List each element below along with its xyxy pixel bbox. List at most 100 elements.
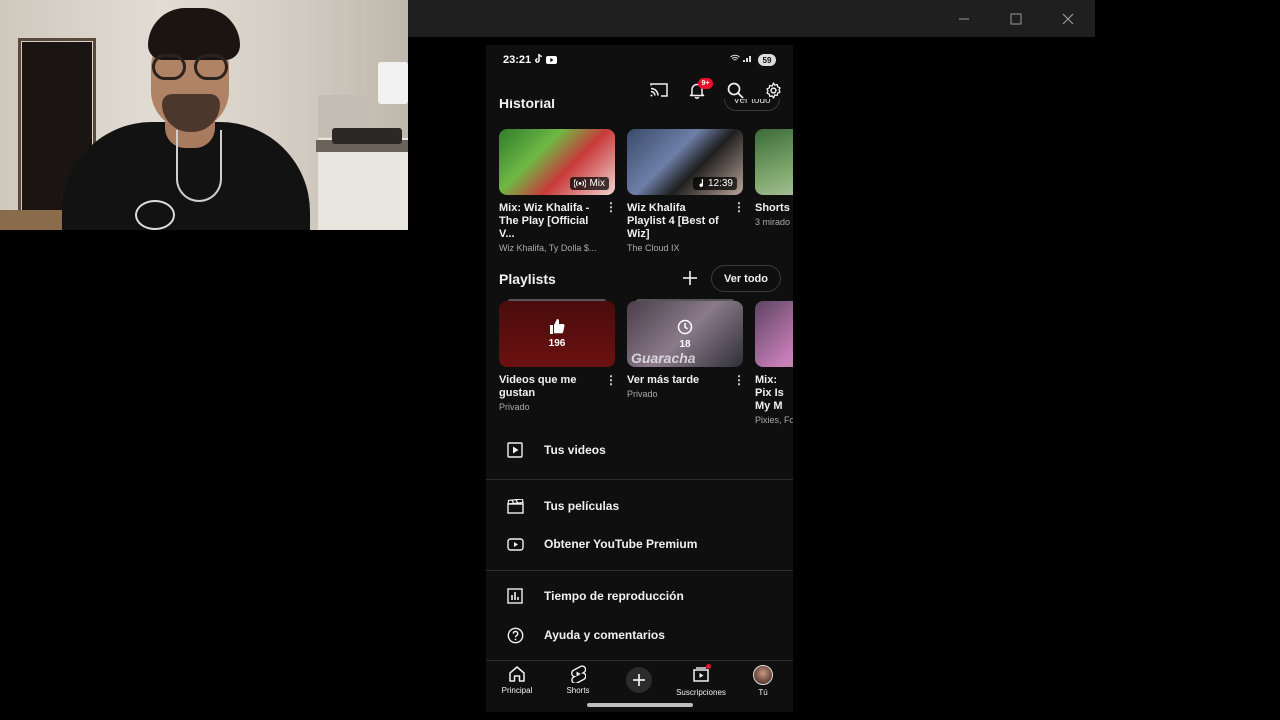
- close-button[interactable]: [1042, 0, 1094, 37]
- cast-button[interactable]: [646, 77, 672, 103]
- nav-shorts[interactable]: Shorts: [550, 665, 606, 695]
- help-icon: [507, 627, 523, 643]
- status-bar: 23:21 59: [486, 45, 793, 75]
- presenter-glasses: [152, 54, 228, 80]
- gear-icon: [765, 81, 781, 99]
- shorts-title: Shorts: [755, 202, 790, 214]
- playlist-thumbnail[interactable]: 18 Guaracha: [627, 301, 743, 367]
- minimize-button[interactable]: [938, 0, 990, 37]
- search-icon: [727, 82, 744, 99]
- menu-item-your-movies[interactable]: Tus películas: [486, 488, 793, 524]
- close-icon: [1062, 13, 1074, 24]
- bar-chart-icon: [507, 588, 523, 604]
- video-title: Wiz Khalifa Playlist 4 [Best of Wiz]: [627, 202, 719, 240]
- history-item[interactable]: Mix ⋮ Mix: Wiz Khalifa - The Play [Offic…: [499, 129, 617, 253]
- phone-screen: 23:21 59 9+ Historial Ver todo Mix ⋮ Mix…: [486, 45, 793, 712]
- presenter-hair: [148, 8, 240, 60]
- menu-item-label: Obtener YouTube Premium: [544, 537, 698, 551]
- music-note-icon: [699, 179, 703, 187]
- video-channel: Wiz Khalifa, Ty Dolla $...: [499, 243, 597, 253]
- playlist-count: 196: [548, 338, 566, 349]
- status-signal-icons: [730, 54, 753, 64]
- cast-icon: [650, 83, 668, 97]
- history-see-all-button[interactable]: Ver todo: [724, 99, 780, 111]
- play-box-icon: [507, 442, 523, 458]
- mix-icon: [574, 179, 587, 188]
- playlist-thumbnail[interactable]: [755, 301, 793, 367]
- menu-icon-wrap: [486, 442, 544, 458]
- playlist-item[interactable]: 196 ⋮ Videos que me gustan Privado: [499, 299, 617, 412]
- more-options-icon[interactable]: ⋮: [605, 373, 617, 387]
- menu-icon-wrap: [486, 588, 544, 604]
- webcam-stove: [332, 128, 402, 144]
- playlist-item[interactable]: 18 Guaracha ⋮ Ver más tarde Privado: [627, 299, 745, 399]
- notification-count-badge: 9+: [698, 78, 713, 89]
- mix-badge-label: Mix: [589, 178, 605, 189]
- youtube-status-icon: [545, 56, 557, 64]
- nav-you-label: Tú: [758, 688, 768, 697]
- webcam-boiler: [378, 62, 408, 104]
- screen: 23:21 59 9+ Historial Ver todo Mix ⋮ Mix…: [0, 0, 1280, 720]
- new-playlist-button[interactable]: [680, 267, 700, 289]
- menu-item-watch-time[interactable]: Tiempo de reproducción: [486, 578, 793, 614]
- shorts-subtitle: 3 mirado: [755, 217, 791, 227]
- create-button[interactable]: [626, 667, 652, 693]
- nav-shorts-label: Shorts: [566, 686, 590, 695]
- playlist-thumbnail[interactable]: 196: [499, 301, 615, 367]
- nav-home[interactable]: Principal: [489, 665, 545, 695]
- menu-item-help[interactable]: Ayuda y comentarios: [486, 617, 793, 653]
- playlist-title: Mix: Pix Is My M: [755, 374, 784, 412]
- playlists-see-all-button[interactable]: Ver todo: [711, 265, 781, 292]
- more-options-icon[interactable]: ⋮: [733, 200, 745, 214]
- menu-item-your-videos[interactable]: Tus videos: [486, 432, 793, 468]
- history-item[interactable]: 12:39 ⋮ Wiz Khalifa Playlist 4 [Best of …: [627, 129, 745, 253]
- clapperboard-icon: [506, 498, 524, 514]
- playlist-item-partial[interactable]: Mix: Pix Is My M Pixies, Fo: [755, 301, 793, 425]
- shorts-icon: [571, 665, 586, 683]
- maximize-icon: [1010, 13, 1022, 24]
- menu-item-label: Ayuda y comentarios: [544, 628, 665, 642]
- menu-item-label: Tus películas: [544, 499, 620, 513]
- thumbs-up-icon: [550, 319, 565, 334]
- presenter-chain: [176, 130, 222, 202]
- clock-icon: [677, 319, 693, 334]
- history-item-partial[interactable]: Shorts 3 mirado: [755, 129, 793, 227]
- video-channel: The Cloud IX: [627, 243, 680, 253]
- plus-icon: [633, 674, 645, 686]
- menu-divider: [486, 570, 793, 571]
- youtube-premium-icon: [506, 537, 524, 551]
- playlist-overlay: 196: [499, 301, 615, 367]
- signal-icon: [742, 56, 751, 62]
- shorts-thumbnail[interactable]: [755, 129, 793, 195]
- video-thumbnail[interactable]: Mix: [499, 129, 615, 195]
- maximize-button[interactable]: [990, 0, 1042, 37]
- menu-item-label: Tiempo de reproducción: [544, 589, 684, 603]
- mix-badge: Mix: [570, 177, 609, 190]
- menu-divider: [486, 479, 793, 480]
- more-options-icon[interactable]: ⋮: [733, 373, 745, 387]
- battery-indicator: 59: [758, 54, 776, 66]
- plus-icon: [683, 271, 697, 285]
- playlist-count: 18: [679, 338, 691, 350]
- playlists-section-title: Playlists: [499, 271, 556, 287]
- menu-icon-wrap: [486, 627, 544, 644]
- video-thumbnail[interactable]: 12:39: [627, 129, 743, 195]
- more-options-icon[interactable]: ⋮: [605, 200, 617, 214]
- menu-item-get-premium[interactable]: Obtener YouTube Premium: [486, 526, 793, 562]
- menu-icon-wrap: [486, 498, 544, 514]
- window-titlebar: [408, 0, 1095, 37]
- webcam-overlay: [0, 0, 408, 230]
- thumbnail-text: Guaracha: [631, 350, 696, 366]
- shirt-logo: [135, 200, 175, 230]
- playlist-privacy: Privado: [499, 402, 530, 412]
- nav-create[interactable]: [611, 665, 667, 693]
- gesture-home-bar[interactable]: [587, 703, 693, 707]
- nav-subscriptions[interactable]: Suscripciones: [673, 664, 729, 697]
- nav-you[interactable]: Tú: [735, 665, 791, 697]
- nav-home-label: Principal: [501, 686, 533, 695]
- minimize-icon: [959, 18, 969, 19]
- home-icon: [509, 666, 525, 682]
- status-time: 23:21: [503, 54, 532, 66]
- duration-badge: 12:39: [692, 177, 737, 190]
- video-duration: 12:39: [707, 178, 733, 189]
